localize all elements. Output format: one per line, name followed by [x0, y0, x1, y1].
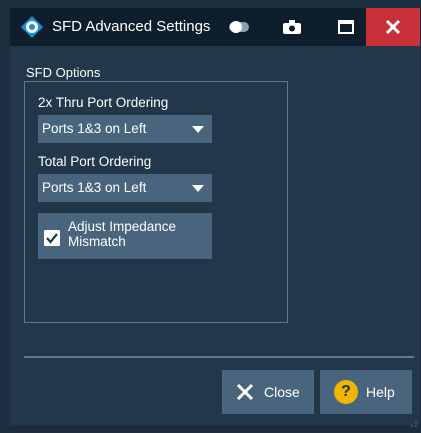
- total-port-label: Total Port Ordering: [38, 154, 152, 169]
- toggle-icon[interactable]: [220, 8, 260, 46]
- app-logo-icon: [20, 15, 44, 39]
- thru-port-label: 2x Thru Port Ordering: [38, 95, 169, 110]
- close-icon[interactable]: [366, 8, 420, 46]
- adjust-impedance-toggle[interactable]: Adjust Impedance Mismatch: [38, 213, 212, 259]
- title-bar[interactable]: SFD Advanced Settings: [10, 8, 420, 46]
- chevron-down-icon: [192, 126, 204, 133]
- close-icon: [236, 383, 254, 401]
- resize-grip-icon[interactable]: [410, 415, 418, 427]
- window-title: SFD Advanced Settings: [52, 18, 211, 35]
- total-port-value: Ports 1&3 on Left: [42, 180, 147, 195]
- divider: [24, 356, 414, 358]
- close-button[interactable]: Close: [222, 370, 314, 414]
- dialog-window: SFD Advanced Settings SFD Options 2x Thr…: [10, 8, 420, 427]
- thru-port-select[interactable]: Ports 1&3 on Left: [38, 115, 212, 143]
- help-icon: ?: [334, 380, 358, 404]
- camera-icon[interactable]: [272, 8, 312, 46]
- chevron-down-icon: [192, 185, 204, 192]
- close-button-label: Close: [264, 384, 300, 400]
- group-label: SFD Options: [26, 65, 101, 80]
- adjust-impedance-checkbox[interactable]: [44, 230, 60, 246]
- maximize-icon[interactable]: [326, 8, 366, 46]
- help-button[interactable]: ? Help: [320, 370, 412, 414]
- total-port-select[interactable]: Ports 1&3 on Left: [38, 174, 212, 202]
- checkmark-icon: [46, 233, 58, 244]
- help-button-label: Help: [366, 384, 395, 400]
- thru-port-value: Ports 1&3 on Left: [42, 121, 147, 136]
- adjust-impedance-label: Adjust Impedance Mismatch: [68, 219, 177, 249]
